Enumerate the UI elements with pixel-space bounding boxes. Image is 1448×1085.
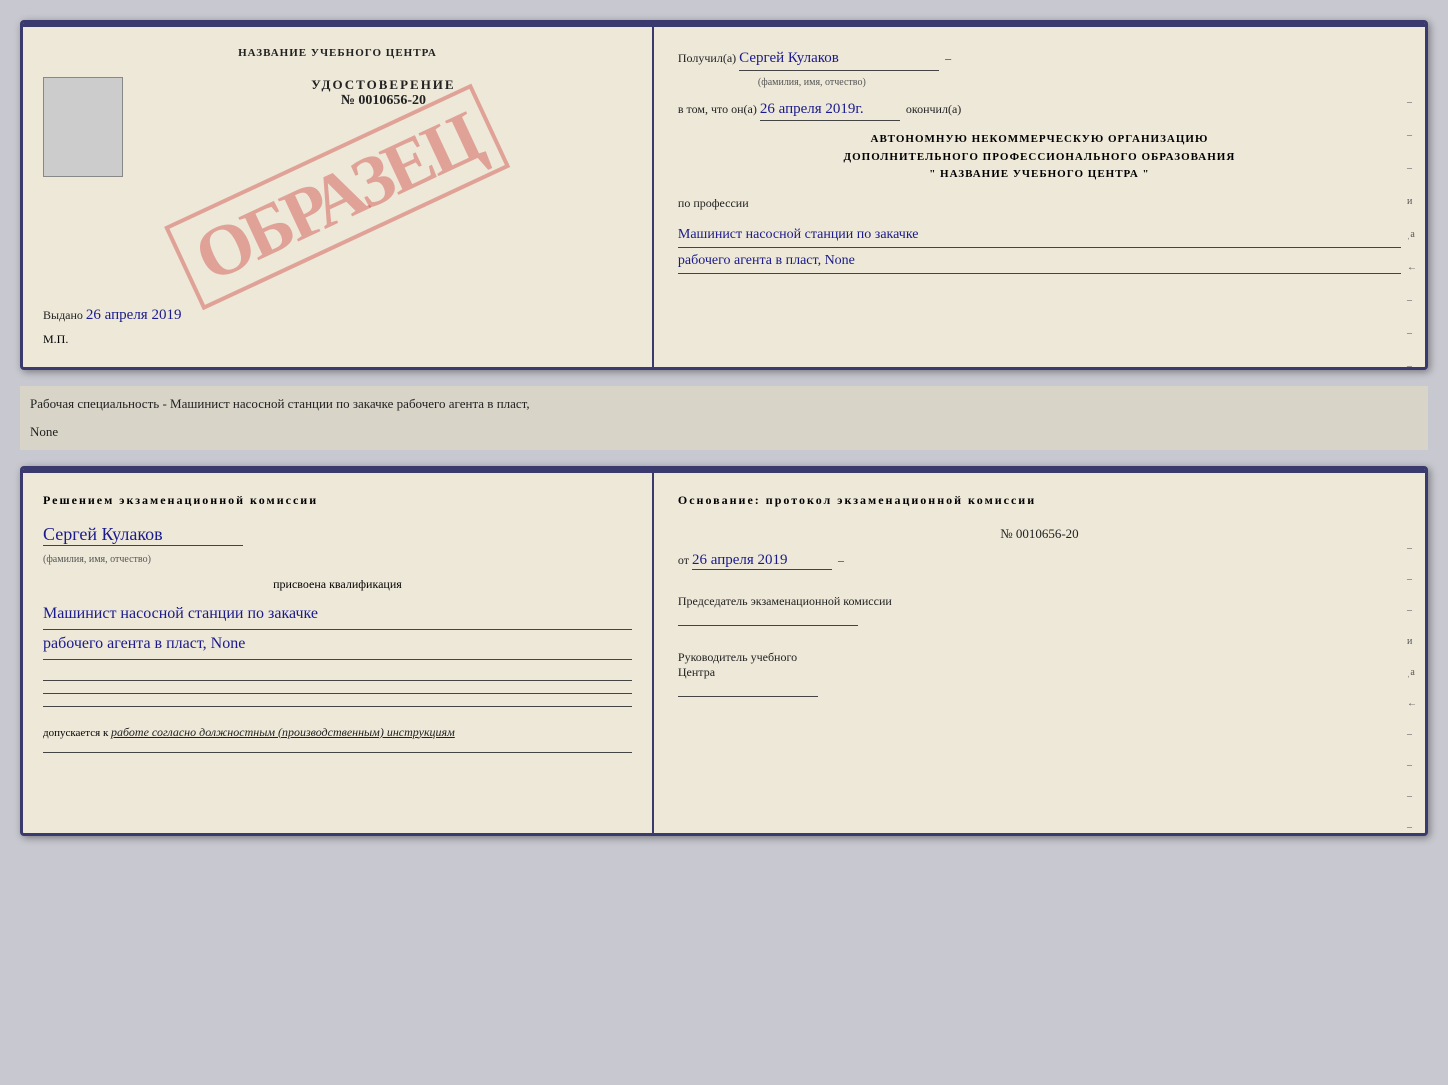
mp-label: М.П. [43, 332, 68, 347]
caption-line2: None [26, 418, 1422, 446]
profession-line2: рабочего агента в пласт, None [678, 248, 1401, 274]
fio-hint-bottom: (фамилия, имя, отчество) [43, 554, 632, 565]
top-right-panel: Получил(а) Сергей Кулаков – (фамилия, им… [654, 27, 1425, 367]
org-line1: АВТОНОМНУЮ НЕКОММЕРЧЕСКУЮ ОРГАНИЗАЦИЮ [678, 131, 1401, 149]
date-row: в том, что он(а) 26 апреля 2019г. окончи… [678, 98, 1401, 122]
qualification-line1: Машинист насосной станции по закачке [43, 600, 632, 630]
org-line2: ДОПОЛНИТЕЛЬНОГО ПРОФЕССИОНАЛЬНОГО ОБРАЗО… [678, 149, 1401, 167]
issued-date: 26 апреля 2019 [86, 307, 182, 323]
person-name: Сергей Кулаков [43, 524, 243, 546]
document-top: НАЗВАНИЕ УЧЕБНОГО ЦЕНТРА УДОСТОВЕРЕНИЕ №… [20, 20, 1428, 370]
org-name: " НАЗВАНИЕ УЧЕБНОГО ЦЕНТРА " [678, 166, 1401, 184]
finished-label: окончил(а) [906, 102, 961, 116]
fio-hint-top: (фамилия, имя, отчество) [758, 77, 1401, 88]
cert-number: № 0010656-20 [135, 93, 632, 109]
received-name: Сергей Кулаков [739, 47, 939, 71]
cert-label: УДОСТОВЕРЕНИЕ [135, 77, 632, 93]
bottom-left-panel: Решением экзаменационной комиссии Сергей… [23, 473, 654, 833]
caption-area: Рабочая специальность - Машинист насосно… [20, 386, 1428, 450]
side-marks-bottom: – – – и ˌа ← – – – – [1407, 543, 1417, 833]
decision-label: Решением экзаменационной комиссии [43, 493, 632, 508]
chairman-signature-line [678, 625, 858, 626]
qualification-line2: рабочего агента в пласт, None [43, 630, 632, 660]
allowed-text: работе согласно должностным (производств… [111, 725, 455, 739]
top-left-panel: НАЗВАНИЕ УЧЕБНОГО ЦЕНТРА УДОСТОВЕРЕНИЕ №… [23, 27, 654, 367]
issued-label: Выдано [43, 308, 83, 322]
side-marks-top: – – – и ˌа ← – – – [1407, 97, 1417, 370]
date-value: 26 апреля 2019г. [760, 98, 900, 122]
head-label: Руководитель учебного Центра [678, 650, 1401, 680]
received-row: Получил(а) Сергей Кулаков – [678, 47, 1401, 71]
caption-line1: Рабочая специальность - Машинист насосно… [26, 390, 1422, 418]
training-center-title: НАЗВАНИЕ УЧЕБНОГО ЦЕНТРА [238, 47, 437, 59]
profession-line1: Машинист насосной станции по закачке [678, 222, 1401, 248]
basis-label: Основание: протокол экзаменационной коми… [678, 493, 1401, 508]
chairman-label: Председатель экзаменационной комиссии [678, 594, 1401, 609]
allowed-label: допускается к [43, 727, 108, 739]
allowed-row: допускается к работе согласно должностны… [43, 725, 632, 740]
head-label-text: Руководитель учебного [678, 650, 797, 664]
profession-label: по профессии [678, 194, 1401, 212]
issued-line: Выдано 26 апреля 2019 [43, 307, 181, 324]
date-value: 26 апреля 2019 [692, 552, 832, 570]
center-label-text: Центра [678, 665, 715, 679]
document-bottom: Решением экзаменационной комиссии Сергей… [20, 466, 1428, 836]
date-label: в том, что он(а) [678, 102, 757, 116]
cert-block: УДОСТОВЕРЕНИЕ № 0010656-20 [135, 77, 632, 109]
org-block: АВТОНОМНУЮ НЕКОММЕРЧЕСКУЮ ОРГАНИЗАЦИЮ ДО… [678, 131, 1401, 184]
received-label: Получил(а) [678, 51, 736, 65]
bottom-right-panel: Основание: протокол экзаменационной коми… [654, 473, 1425, 833]
date-label: от [678, 553, 689, 567]
qualification-label: присвоена квалификация [43, 577, 632, 592]
protocol-number: № 0010656-20 [678, 526, 1401, 542]
photo-placeholder [43, 77, 123, 177]
protocol-date: от 26 апреля 2019 – [678, 552, 1401, 570]
head-signature-line [678, 696, 818, 697]
